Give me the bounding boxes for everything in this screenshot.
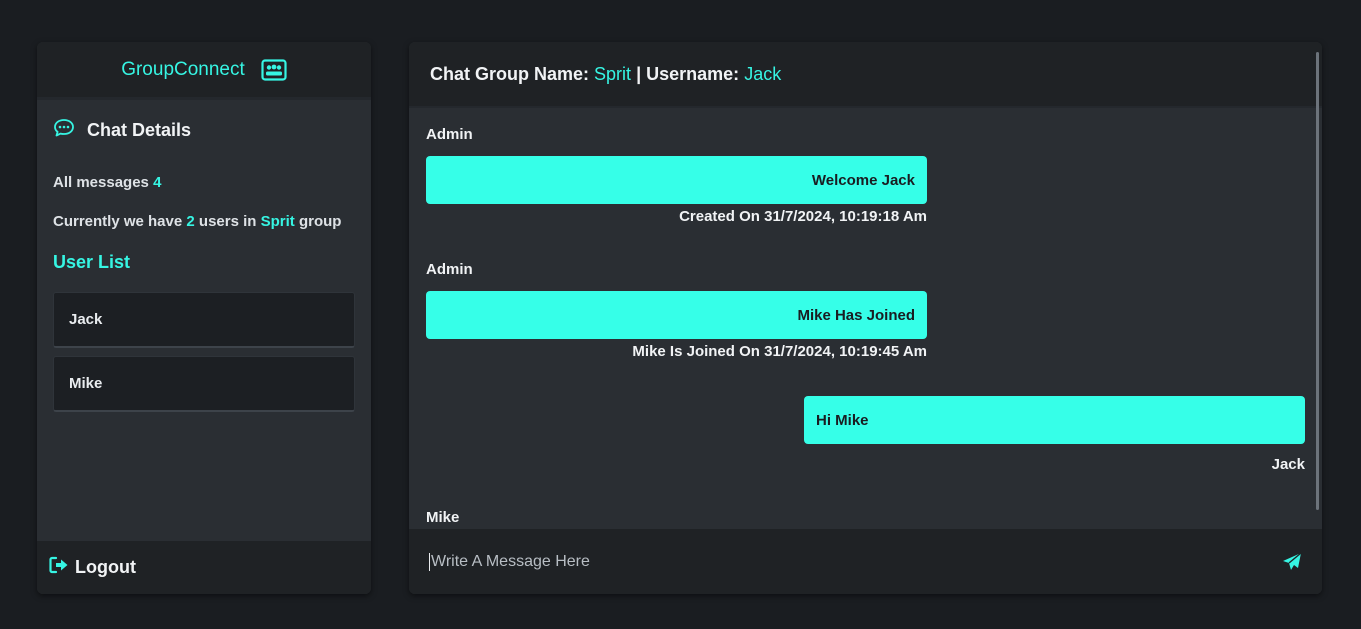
message-bubble: Mike Has Joined	[426, 291, 927, 339]
all-messages-count: 4	[153, 174, 162, 191]
username-label: Username:	[646, 63, 740, 84]
chat-dots-icon	[53, 118, 75, 143]
user-list-title: User List	[53, 252, 131, 272]
message-sender: Mike	[426, 509, 460, 526]
message-meta: Created On 31/7/2024, 10:19:18 Am	[679, 208, 927, 225]
users-stat-prefix: Currently we have	[53, 213, 183, 230]
user-item-jack[interactable]: Jack	[53, 292, 355, 348]
user-item-mike[interactable]: Mike	[53, 356, 355, 412]
message-item-own: Hi Mike Jack	[426, 396, 1305, 473]
message-sender: Admin	[426, 126, 473, 143]
header-separator: |	[636, 63, 642, 84]
message-sender: Admin	[426, 261, 473, 278]
logout-button[interactable]: Logout	[37, 541, 371, 594]
message-sender-own: Jack	[1271, 456, 1305, 473]
message-composer	[409, 529, 1322, 594]
brand-header: GroupConnect	[37, 42, 371, 100]
username-value: Jack	[744, 63, 782, 84]
chat-header: Chat Group Name: Sprit | Username: Jack	[409, 42, 1322, 108]
group-name: Sprit	[260, 213, 295, 230]
all-messages-label: All messages	[53, 174, 149, 191]
all-messages-stat: All messages 4	[53, 174, 355, 191]
message-item: Admin Welcome Jack Created On 31/7/2024,…	[426, 126, 1305, 225]
user-list: Jack Mike	[53, 292, 355, 412]
users-stat-mid: users in	[198, 213, 257, 230]
brand-name[interactable]: GroupConnect	[121, 59, 245, 81]
sidebar: GroupConnect Chat Details All messages 4…	[37, 42, 371, 594]
message-list: Admin Welcome Jack Created On 31/7/2024,…	[426, 126, 1305, 528]
logout-label: Logout	[75, 557, 136, 577]
id-card-icon	[261, 58, 287, 81]
chat-details-label: Chat Details	[87, 120, 192, 140]
users-count: 2	[186, 213, 195, 230]
chat-group-name: Sprit	[594, 63, 632, 84]
users-stat: Currently we have 2 users in Sprit group	[53, 213, 355, 230]
chat-details: Chat Details All messages 4 Currently we…	[37, 100, 371, 412]
chat-details-title: Chat Details	[53, 118, 355, 143]
logout-icon	[49, 556, 69, 579]
chat-group-label: Chat Group Name:	[430, 63, 590, 84]
users-stat-suffix: group	[298, 213, 342, 230]
message-input[interactable]	[429, 552, 1282, 571]
message-meta: Mike Is Joined On 31/7/2024, 10:19:45 Am	[632, 343, 927, 360]
chat-panel: Chat Group Name: Sprit | Username: Jack …	[409, 42, 1322, 594]
message-bubble-own: Hi Mike	[804, 396, 1305, 444]
message-bubble: Welcome Jack	[426, 156, 927, 204]
messages-scrollbar[interactable]	[1316, 52, 1319, 510]
paper-plane-icon[interactable]	[1282, 551, 1302, 572]
message-item: Admin Mike Has Joined Mike Is Joined On …	[426, 261, 1305, 360]
